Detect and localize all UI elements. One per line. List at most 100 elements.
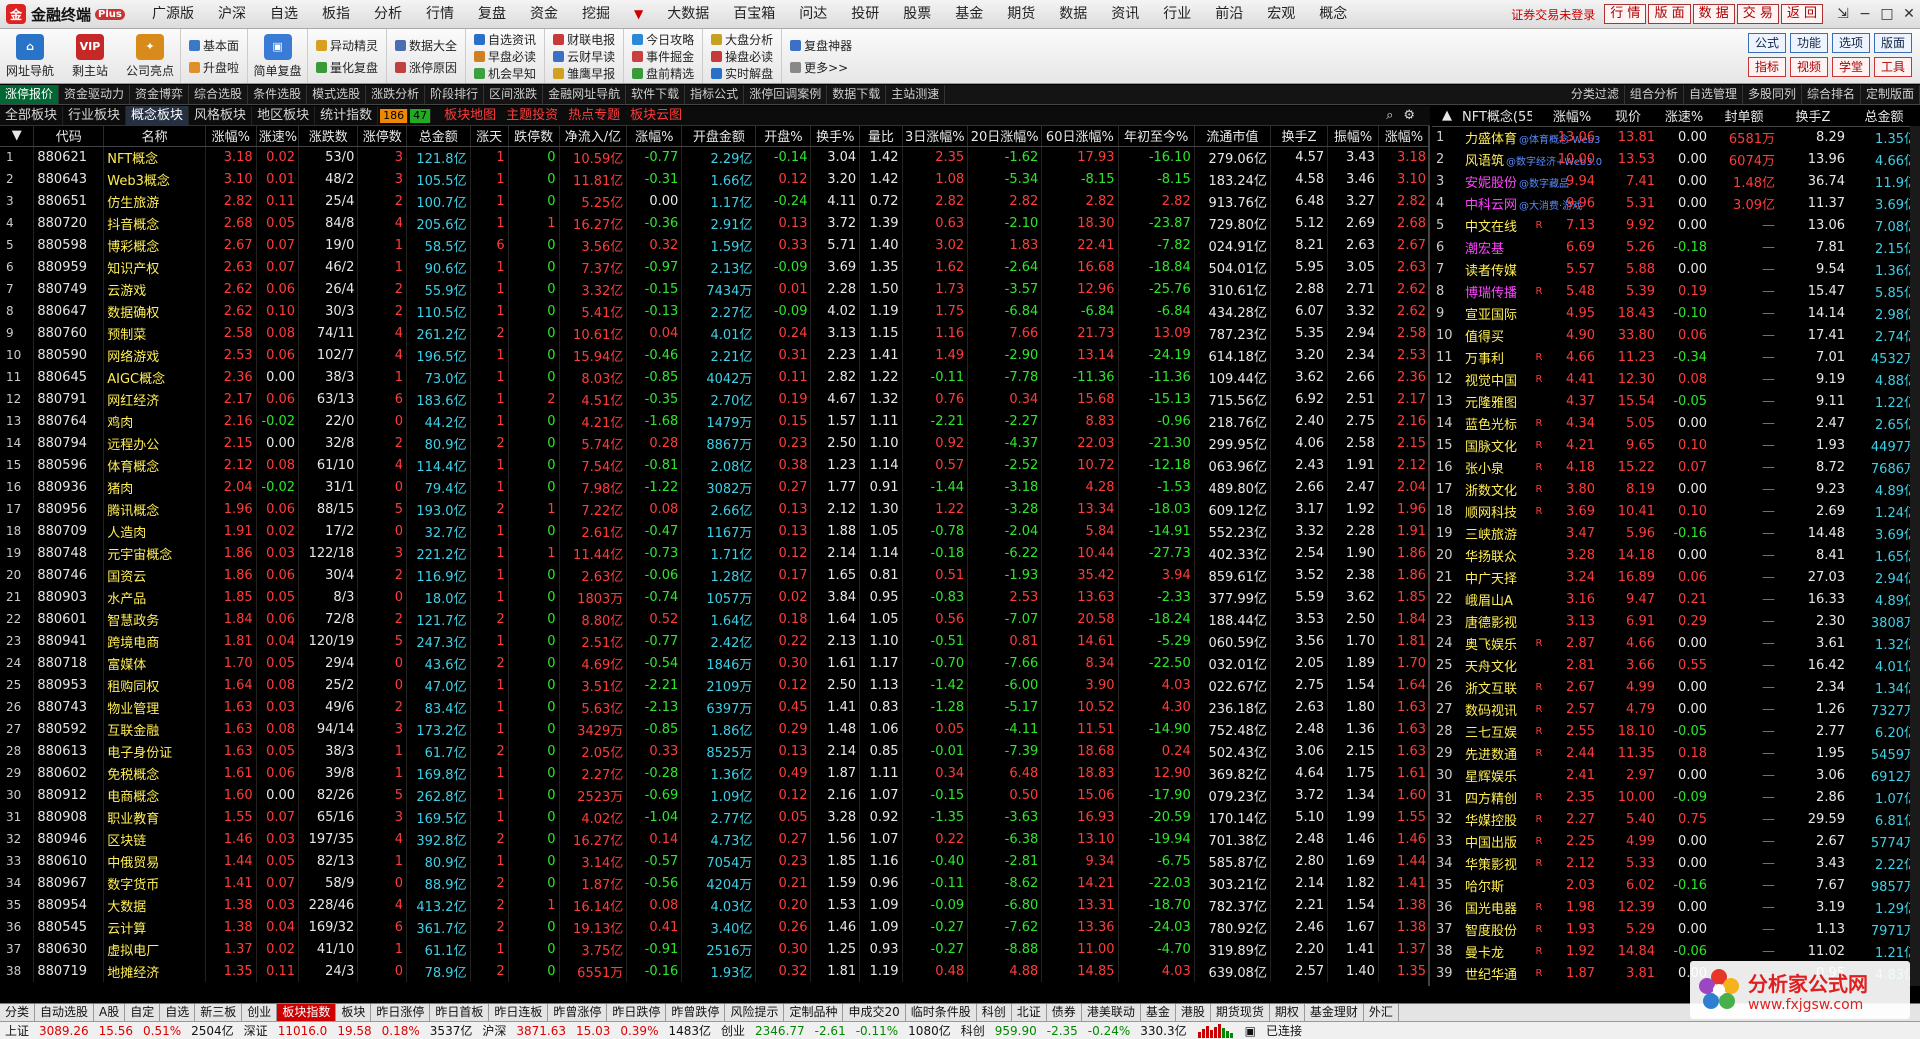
constituent-row[interactable]: 7 读者传媒 5.57 5.88 0.00—9.54 1.36亿: [1432, 258, 1920, 280]
constituent-column-header[interactable]: 涨幅%: [1546, 106, 1598, 127]
column-header[interactable]: 涨速%: [256, 126, 300, 147]
toolbar-item[interactable]: 盘前精选: [628, 65, 698, 82]
sector-feature-link[interactable]: 热点专题: [563, 106, 625, 125]
table-row[interactable]: 19 880748 元宇宙概念 1.86 0.03 122/18 3 221.2亿 1 1 11.4…: [0, 542, 1428, 564]
constituent-row[interactable]: 16 张小泉 R 4.18 15.22 0.07—8.72 7686万: [1432, 456, 1920, 478]
constituent-row[interactable]: 26 浙文互联 R 2.67 4.99 0.00—2.34 1.34亿: [1432, 676, 1920, 698]
constituent-row[interactable]: 35 哈尔斯 2.03 6.02 -0.16—7.67 9857万: [1432, 874, 1920, 896]
toolbar-item[interactable]: 云财早读: [549, 48, 619, 65]
menu-item[interactable]: 板指: [310, 0, 362, 28]
constituent-row[interactable]: 13 元隆雅图 4.37 15.54 -0.05—9.11 1.22亿: [1432, 390, 1920, 412]
toolbar-item[interactable]: 操盘必读: [707, 48, 777, 65]
toolbar-item[interactable]: 升盘啦: [185, 56, 243, 78]
bottom-tab[interactable]: 自选: [160, 1004, 196, 1021]
table-row[interactable]: 11 880645 AIGC概念 2.36 0.00 38/3 1 73.0亿 1 0 8.03亿 -…: [0, 366, 1428, 388]
vertical-scrollbar[interactable]: [1910, 126, 1920, 986]
table-row[interactable]: 30 880912 电商概念 1.60 0.00 82/26 5 262.8亿 1 0 2523万 -…: [0, 784, 1428, 806]
function-tab[interactable]: 主站测速: [886, 85, 946, 104]
constituent-row[interactable]: 15 国脉文化 R 4.21 9.65 0.10—1.93 4497万: [1432, 434, 1920, 456]
table-row[interactable]: 7 880749 云游戏 2.62 0.06 26/4 2 55.9亿 1 0 3.32亿 -0.15…: [0, 278, 1428, 300]
menu-item[interactable]: 沪深: [206, 0, 258, 28]
constituent-row[interactable]: 34 华策影视 R 2.12 5.33 0.00—3.43 2.22亿: [1432, 852, 1920, 874]
sector-tab[interactable]: 地区板块: [252, 106, 316, 125]
function-tab-right[interactable]: 多股同列: [1743, 85, 1802, 104]
toolbar-item[interactable]: 异动精灵: [312, 34, 382, 56]
constituent-row[interactable]: 25 天舟文化 2.81 3.66 0.55—16.42 4.01亿: [1432, 654, 1920, 676]
table-row[interactable]: 17 880956 腾讯概念 1.96 0.06 88/15 5 193.0亿 2 1 7.22亿 0…: [0, 498, 1428, 520]
constituent-column-header[interactable]: 总金额: [1848, 106, 1920, 127]
menu-item[interactable]: 宏观: [1255, 0, 1307, 28]
constituent-row[interactable]: 24 奥飞娱乐 R 2.87 4.66 0.00—3.61 1.32亿: [1432, 632, 1920, 654]
bottom-tab[interactable]: 定制品种: [784, 1004, 844, 1021]
table-row[interactable]: 26 880743 物业管理 1.63 0.03 49/6 2 83.4亿 1 0 5.63亿 -2.…: [0, 696, 1428, 718]
bottom-tab[interactable]: 昨日连板: [489, 1004, 549, 1021]
column-header[interactable]: 涨幅%: [205, 126, 257, 147]
constituent-row[interactable]: 4 中科云网 @大消费·游戏 9.96 5.31 0.00 3.09亿 11.37 3.69亿: [1432, 192, 1920, 214]
bottom-tab[interactable]: 板块指数: [277, 1004, 337, 1021]
column-header[interactable]: 涨停数: [357, 126, 408, 147]
table-row[interactable]: 29 880602 免税概念 1.61 0.06 39/8 1 169.8亿 1 0 2.27亿 -0…: [0, 762, 1428, 784]
column-header[interactable]: 跌停数: [508, 126, 560, 147]
index-label[interactable]: 上证: [5, 1022, 29, 1039]
bottom-tab[interactable]: A股: [94, 1004, 126, 1021]
constituent-row[interactable]: 11 万事利 R 4.66 11.23 -0.34—7.01 4532万: [1432, 346, 1920, 368]
table-row[interactable]: 34 880967 数字货币 1.41 0.07 58/9 0 88.9亿 2 0 1.87亿 -0.…: [0, 872, 1428, 894]
table-row[interactable]: 16 880936 猪肉 2.04 -0.02 31/1 0 79.4亿 1 0 7.98亿 -1.2…: [0, 476, 1428, 498]
table-row[interactable]: 33 880610 中俄贸易 1.44 0.05 82/13 1 80.9亿 1 0 3.14亿 -0…: [0, 850, 1428, 872]
function-tab[interactable]: 模式选股: [307, 85, 367, 104]
column-header[interactable]: 振幅%: [1327, 126, 1379, 147]
table-row[interactable]: 22 880601 智慧政务 1.84 0.06 72/8 2 121.7亿 2 0 8.80亿 0.…: [0, 608, 1428, 630]
toolbar-item[interactable]: 复盘神器: [786, 34, 856, 56]
sector-tab[interactable]: 全部板块: [0, 106, 64, 125]
function-tab[interactable]: 区间涨跌: [484, 85, 544, 104]
function-tab[interactable]: 资金博弈: [130, 85, 190, 104]
toolbar-item[interactable]: 实时解盘: [707, 65, 777, 82]
table-row[interactable]: 2 880643 Web3概念 3.10 0.01 48/2 3 105.5亿 1 0 11.81亿…: [0, 168, 1428, 190]
table-row[interactable]: 25 880953 租购同权 1.64 0.08 25/2 0 47.0亿 1 0 3.51亿 -2.…: [0, 674, 1428, 696]
table-row[interactable]: 31 880908 职业教育 1.55 0.07 65/16 3 169.5亿 1 0 4.02亿 -…: [0, 806, 1428, 828]
menu-item[interactable]: 基金: [943, 0, 995, 28]
bottom-tab[interactable]: 基金: [1141, 1004, 1176, 1021]
constituent-row[interactable]: 38 曼卡龙 R 1.92 14.84 -0.06—11.02 1.21亿: [1432, 940, 1920, 962]
toolbar-right-button[interactable]: 选项: [1832, 33, 1870, 53]
index-label[interactable]: 深证: [244, 1022, 268, 1039]
table-row[interactable]: 15 880596 体育概念 2.12 0.08 61/10 4 114.4亿 1 0 7.54亿 -…: [0, 454, 1428, 476]
constituent-column-header[interactable]: 换手Z: [1778, 106, 1848, 127]
bottom-tab[interactable]: 自动选股: [35, 1004, 95, 1021]
bottom-tab[interactable]: 期权: [1270, 1004, 1305, 1021]
bottom-tab[interactable]: 基金理财: [1305, 1004, 1364, 1021]
table-row[interactable]: 21 880903 水产品 1.85 0.05 8/3 0 18.0亿 1 0 1803万 -0.74…: [0, 586, 1428, 608]
constituent-row[interactable]: 22 峨眉山A 3.16 9.47 0.21—16.33 4.89亿: [1432, 588, 1920, 610]
simple-review-button[interactable]: ▣ 简单复盘: [247, 29, 307, 83]
function-tab[interactable]: 阶段排行: [425, 85, 485, 104]
bottom-tab[interactable]: 昨曾涨停: [548, 1004, 608, 1021]
menu-item[interactable]: 行业: [1151, 0, 1203, 28]
constituent-row[interactable]: 2 风语筑 @数字经济+Web3.0 10.00 13.53 0.00 6074万 13.96…: [1432, 148, 1920, 170]
close-icon[interactable]: ✕: [1898, 6, 1920, 22]
bottom-tab[interactable]: 新三板: [195, 1004, 243, 1021]
constituent-row[interactable]: 5 中文在线 R 7.13 9.92 0.00—13.06 7.08亿: [1432, 214, 1920, 236]
constituent-table[interactable]: ▲ NFT概念(55) 涨幅% 现价 涨速% 封单额 换手Z 总金额 1 力盛体育 @体育概念·W…: [1432, 106, 1920, 984]
column-header[interactable]: 开盘金额: [681, 126, 757, 147]
menu-item[interactable]: 资讯: [1099, 0, 1151, 28]
menu-item[interactable]: 资金: [518, 0, 570, 28]
menu-item[interactable]: 百宝箱: [721, 0, 787, 28]
bottom-tab[interactable]: 自定: [125, 1004, 161, 1021]
constituent-row[interactable]: 21 中广天择 3.24 16.89 0.06—27.03 2.94亿: [1432, 566, 1920, 588]
toolbar-right-button[interactable]: 学堂: [1832, 57, 1870, 77]
menu-item[interactable]: 大数据: [655, 0, 721, 28]
table-row[interactable]: 14 880794 远程办公 2.15 0.00 32/8 2 80.9亿 2 0 5.74亿 0.2…: [0, 432, 1428, 454]
column-header[interactable]: 净流入/亿: [559, 126, 628, 147]
bottom-tab[interactable]: 期货现货: [1211, 1004, 1270, 1021]
sector-tab[interactable]: 风格板块: [189, 106, 253, 125]
function-tab-right[interactable]: 分类过滤: [1566, 85, 1625, 104]
toolbar-right-button[interactable]: 工具: [1874, 57, 1912, 77]
toolbar-item[interactable]: 今日攻略: [628, 31, 698, 48]
title-button[interactable]: 版 面: [1648, 4, 1691, 24]
bottom-tab[interactable]: 昨日跌停: [607, 1004, 667, 1021]
function-tab[interactable]: 条件选股: [248, 85, 308, 104]
toolbar-item[interactable]: 事件掘金: [628, 48, 698, 65]
constituent-row[interactable]: 29 先进数通 R 2.44 11.35 0.18—1.95 5459万: [1432, 742, 1920, 764]
menu-item[interactable]: 数据: [1047, 0, 1099, 28]
column-header[interactable]: 60日涨幅%: [1041, 126, 1119, 147]
